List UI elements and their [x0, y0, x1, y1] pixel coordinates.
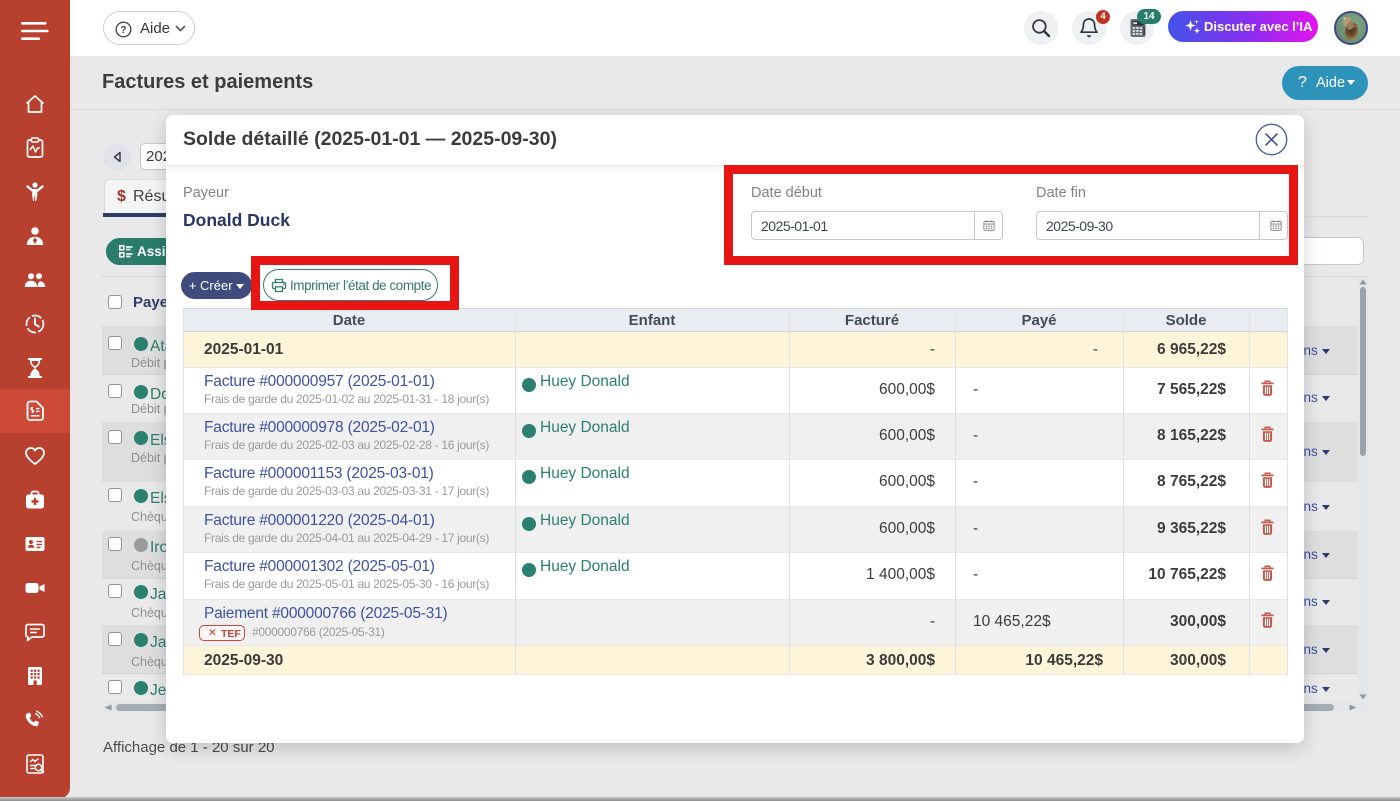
svg-text:?: ? [120, 25, 126, 36]
